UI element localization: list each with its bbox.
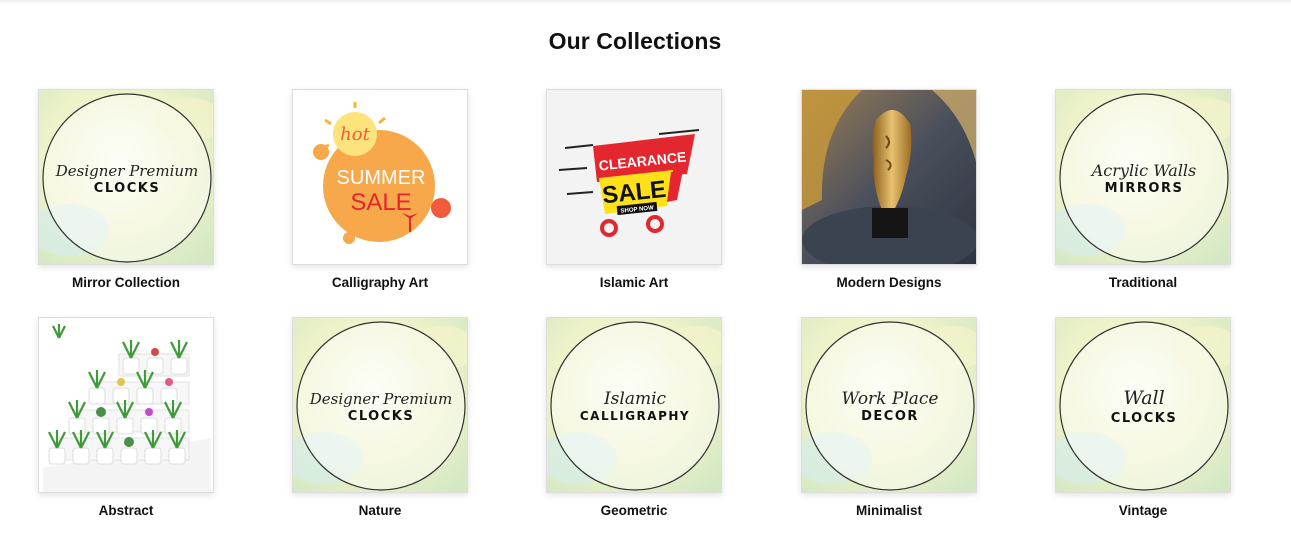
watercolor-circle-art-image[interactable]: Work Place DECOR: [801, 317, 977, 493]
clearance-sale-cart-image[interactable]: CLEARANCE SALE SHOP NOW: [546, 89, 722, 265]
image-script-text: Acrylic Walls: [1090, 161, 1197, 180]
image-caps-text: MIRRORS: [1105, 181, 1184, 196]
collection-label[interactable]: Calligraphy Art: [262, 275, 498, 290]
image-caps-text: CALLIGRAPHY: [580, 409, 690, 423]
collection-label[interactable]: Abstract: [8, 503, 244, 518]
collection-label[interactable]: Modern Designs: [771, 275, 1007, 290]
header-shadow: [0, 0, 1291, 4]
watercolor-circle-art-image[interactable]: Designer Premium CLOCKS: [292, 317, 468, 493]
potted-plants-shelf-photo-image[interactable]: [38, 317, 214, 493]
collection-label[interactable]: Mirror Collection: [8, 275, 244, 290]
image-script-text: Designer Premium: [309, 390, 453, 408]
image-script-text: Designer Premium: [55, 162, 199, 180]
image-caps-text: CLOCKS: [94, 181, 160, 196]
collection-label[interactable]: Vintage: [1025, 503, 1261, 518]
image-line2-text: SALE: [350, 189, 411, 216]
watercolor-circle-art-image[interactable]: Designer Premium CLOCKS: [38, 89, 214, 265]
watercolor-circle-art-image[interactable]: Acrylic Walls MIRRORS: [1055, 89, 1231, 265]
gold-face-sculpture-photo-image[interactable]: [801, 89, 977, 265]
watercolor-circle-art-image[interactable]: Islamic CALLIGRAPHY: [546, 317, 722, 493]
image-script-text: Islamic: [603, 389, 667, 409]
collection-label[interactable]: Traditional: [1025, 275, 1261, 290]
collection-label[interactable]: Islamic Art: [516, 275, 752, 290]
collection-label[interactable]: Geometric: [516, 503, 752, 518]
image-script-text: Wall: [1123, 387, 1164, 409]
image-small-text: hot: [340, 124, 370, 145]
image-caps-text: CLOCKS: [348, 409, 414, 424]
collection-label[interactable]: Minimalist: [771, 503, 1007, 518]
watercolor-circle-art-image[interactable]: Wall CLOCKS: [1055, 317, 1231, 493]
summer-sale-badge-image[interactable]: hot SUMMER SALE: [292, 89, 468, 265]
image-caps-text: DECOR: [861, 409, 919, 424]
image-line1-text: SUMMER: [337, 167, 426, 189]
image-script-text: Work Place: [842, 389, 939, 409]
image-caps-text: CLOCKS: [1111, 411, 1177, 426]
collections-grid: Designer Premium CLOCKS Mirror Collectio…: [38, 89, 1232, 529]
page-title: Our Collections: [548, 28, 722, 54]
collection-label[interactable]: Nature: [262, 503, 498, 518]
